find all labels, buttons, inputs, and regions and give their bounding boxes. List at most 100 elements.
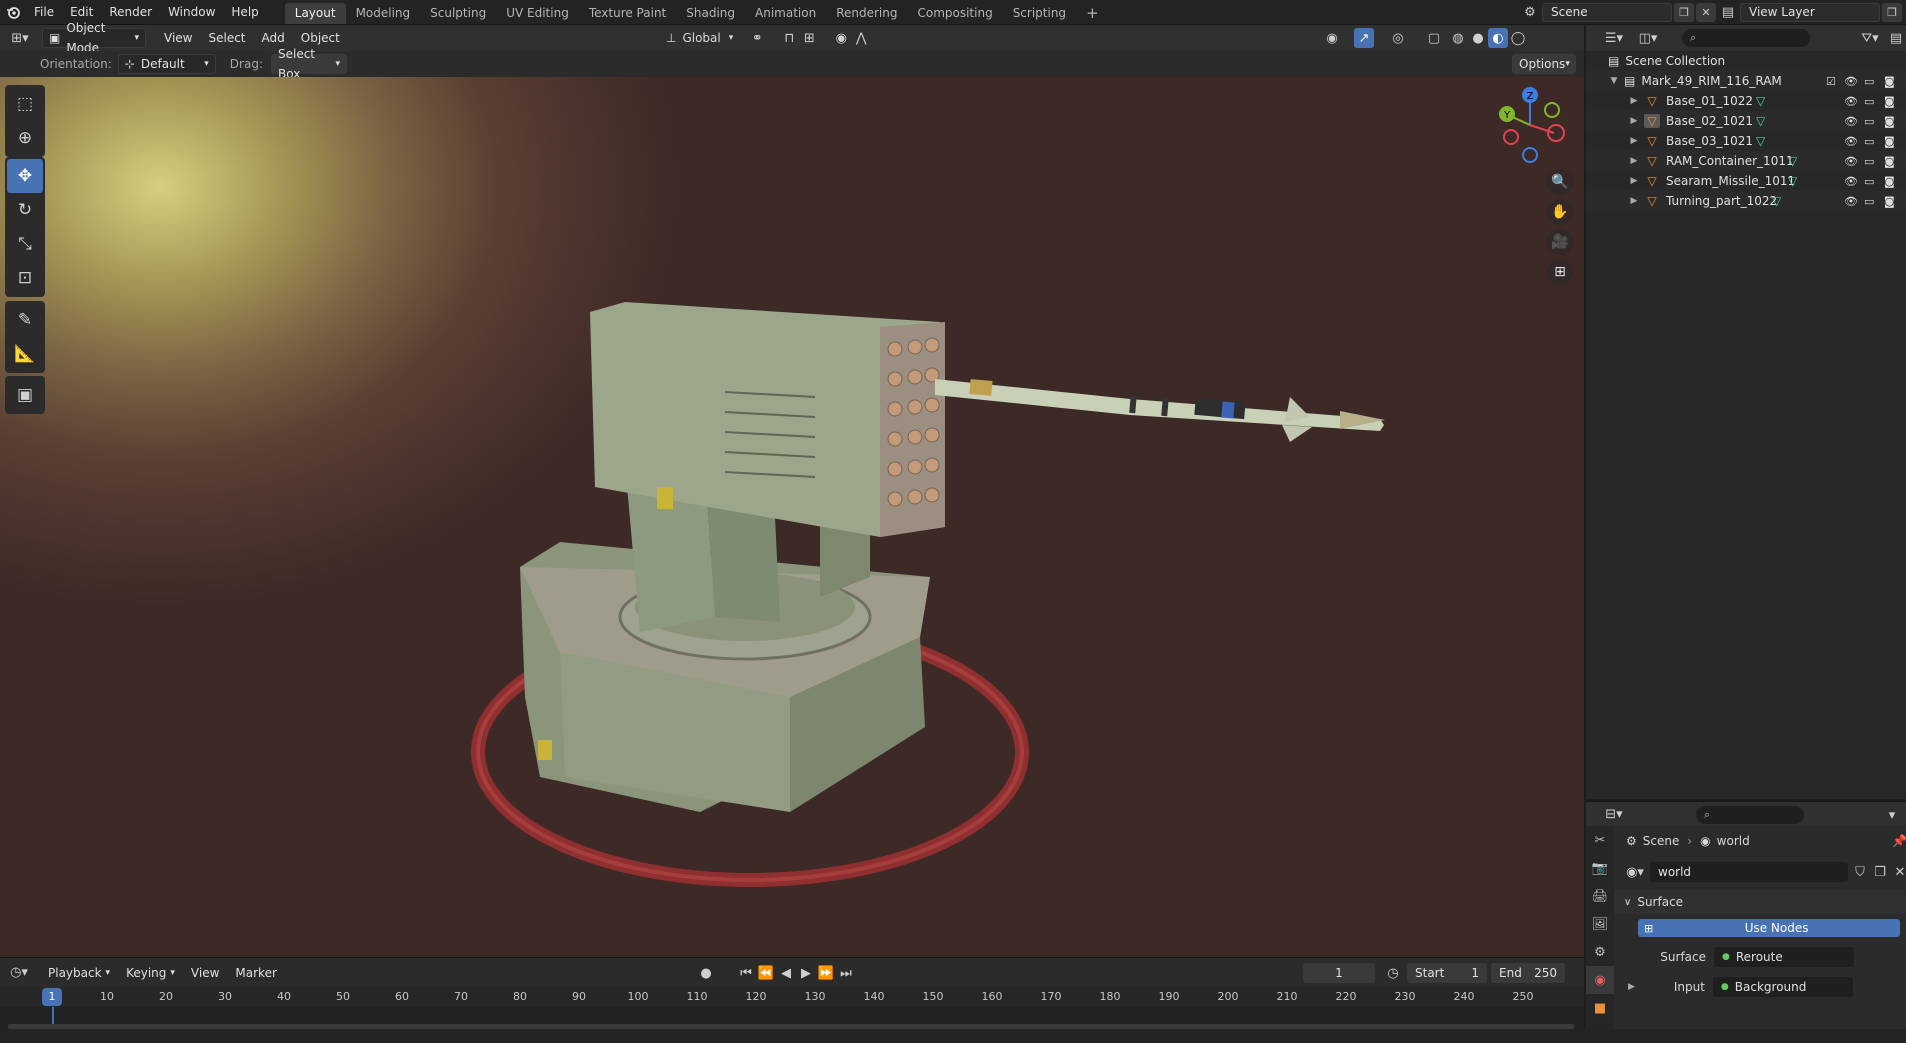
pivot-point-icon[interactable]: ⚭ (747, 28, 767, 48)
xray-icon[interactable]: ▢ (1424, 28, 1444, 48)
tab-uv-editing[interactable]: UV Editing (496, 3, 579, 24)
unlink-world-icon[interactable]: ✕ (1890, 862, 1906, 882)
playback-menu[interactable]: Playback ▾ (40, 960, 118, 986)
overlays-icon[interactable]: ◎ (1388, 28, 1408, 48)
outliner-object-row[interactable]: ▶ ▽ RAM_Container_1011 ▽ 👁 ▭ ◙ (1586, 151, 1906, 171)
keying-menu[interactable]: Keying ▾ (118, 960, 183, 986)
next-keyframe-icon[interactable]: ⏩ (816, 963, 836, 983)
solid-shading-icon[interactable]: ● (1468, 28, 1488, 48)
tool-tab-icon[interactable]: ✂ (1586, 826, 1614, 854)
tab-rendering[interactable]: Rendering (826, 3, 907, 24)
eye-icon[interactable]: 👁 (1844, 115, 1858, 128)
tab-texture-paint[interactable]: Texture Paint (579, 3, 676, 24)
viewport-toggle-icon[interactable]: ▭ (1864, 95, 1874, 108)
blender-logo-icon[interactable] (0, 0, 26, 25)
add-cube-icon[interactable]: ▣ (7, 378, 43, 412)
fake-user-shield-icon[interactable]: ⛉ (1850, 862, 1870, 882)
new-collection-icon[interactable]: ▤ (1886, 28, 1906, 48)
collapse-arrow-icon[interactable]: ▼ (1608, 76, 1620, 86)
viewport-toggle-icon[interactable]: ▭ (1864, 195, 1874, 208)
marker-menu[interactable]: Marker (227, 960, 284, 986)
add-workspace-button[interactable]: + (1076, 3, 1109, 24)
timeline-track[interactable] (0, 1007, 1584, 1029)
render-camera-icon[interactable]: ◙ (1884, 175, 1895, 188)
view-layer-tab-icon[interactable]: 🖼 (1586, 910, 1614, 938)
world-name-field[interactable]: world (1650, 862, 1848, 882)
play-icon[interactable]: ▶ (796, 963, 816, 983)
scene-tab-icon[interactable]: ⚙ (1586, 938, 1614, 966)
surface-panel-header[interactable]: ∨ Surface (1614, 890, 1906, 914)
mesh-data-icon[interactable]: ▽ (1788, 174, 1797, 188)
tab-modeling[interactable]: Modeling (346, 3, 421, 24)
mesh-data-icon[interactable]: ▽ (1772, 194, 1781, 208)
mesh-data-icon[interactable]: ▽ (1788, 154, 1797, 168)
outliner-object-row[interactable]: ▶ ▽ Turning_part_1022 ▽ 👁 ▭ ◙ (1586, 191, 1906, 211)
transform-orientation-dropdown[interactable]: ⊥ Global ▾ (666, 28, 733, 48)
expand-arrow-icon[interactable]: ▶ (1628, 116, 1640, 126)
remove-scene-icon[interactable]: ✕ (1696, 2, 1716, 22)
expand-arrow-icon[interactable]: ▶ (1628, 176, 1640, 186)
auto-keying-icon[interactable]: ● (696, 963, 716, 983)
cursor-icon[interactable]: ⊕ (7, 121, 43, 155)
snap-icon[interactable]: ⊓ (779, 28, 799, 48)
navigation-gizmo[interactable]: Z Y (1490, 85, 1570, 165)
collection-row[interactable]: ▼ ▤ Mark_49_RIM_116_RAM ☑ 👁 ▭ ◙ (1586, 71, 1906, 91)
tab-sculpting[interactable]: Sculpting (420, 3, 496, 24)
eye-icon[interactable]: 👁 (1844, 95, 1858, 108)
view-layer-field[interactable]: View Layer (1740, 2, 1880, 22)
display-mode-icon[interactable]: ◫▾ (1634, 28, 1662, 48)
viewport-toggle-icon[interactable]: ▭ (1864, 175, 1874, 188)
timeline-ruler[interactable]: 1 10 20 30 40 50 60 70 80 90 100 110 120… (0, 987, 1584, 1007)
expand-arrow-icon[interactable]: ▶ (1628, 196, 1640, 206)
mesh-data-icon[interactable]: ▽ (1756, 114, 1765, 128)
render-camera-icon[interactable]: ◙ (1884, 75, 1895, 88)
3d-viewport[interactable]: ⬚ ⊕ ✥ ↻ ⤡ ⊡ ✎ 📐 ▣ Z Y 🔍 ✋ 🎥 ⊞ (0, 77, 1584, 957)
outliner-object-row[interactable]: ▶ ▽ Base_02_1021 ▽ 👁 ▭ ◙ (1586, 111, 1906, 131)
filter-icon[interactable]: ⛛▾ (1856, 28, 1884, 48)
object-tab-icon[interactable]: ■ (1586, 994, 1614, 1022)
annotate-icon[interactable]: ✎ (7, 303, 43, 337)
tab-shading[interactable]: Shading (676, 3, 745, 24)
orientation-dropdown[interactable]: ⊹ Default ▾ (117, 54, 216, 74)
pin-icon[interactable]: 📌 (1892, 834, 1906, 848)
scene-collection-row[interactable]: ▤ Scene Collection (1586, 51, 1906, 71)
mesh-data-icon[interactable]: ▽ (1756, 94, 1765, 108)
prev-keyframe-icon[interactable]: ⏪ (756, 963, 776, 983)
outliner-search-input[interactable]: ⌕ (1682, 29, 1810, 47)
measure-icon[interactable]: 📐 (7, 337, 43, 371)
render-camera-icon[interactable]: ◙ (1884, 195, 1895, 208)
mesh-data-icon[interactable]: ▽ (1756, 134, 1765, 148)
expand-arrow-icon[interactable]: ▶ (1628, 136, 1640, 146)
eye-icon[interactable]: 👁 (1844, 175, 1858, 188)
gizmo-toggle-icon[interactable]: ↗ (1354, 28, 1374, 48)
drag-dropdown[interactable]: Select Box ▾ (270, 47, 347, 81)
outliner-object-row[interactable]: ▶ ▽ Base_03_1021 ▽ 👁 ▭ ◙ (1586, 131, 1906, 151)
pan-hand-icon[interactable]: ✋ (1547, 199, 1573, 225)
perspective-grid-icon[interactable]: ⊞ (1547, 259, 1573, 285)
zoom-icon[interactable]: 🔍 (1547, 169, 1573, 195)
eye-icon[interactable]: 👁 (1844, 195, 1858, 208)
input-socket-field[interactable]: ● Background (1712, 977, 1853, 997)
menu-window[interactable]: Window (160, 0, 223, 25)
select-box-icon[interactable]: ⬚ (7, 87, 43, 121)
properties-search-input[interactable]: ⌕ (1696, 806, 1804, 824)
viewport-toggle-icon[interactable]: ▭ (1864, 75, 1874, 88)
editor-type-icon[interactable]: ⊞▾ (6, 28, 34, 48)
world-tab-icon[interactable]: ◉ (1586, 966, 1614, 994)
visibility-icon[interactable]: ◉ (1322, 28, 1342, 48)
render-camera-icon[interactable]: ◙ (1884, 155, 1895, 168)
proportional-editing-icon[interactable]: ◉ (831, 28, 851, 48)
camera-view-icon[interactable]: 🎥 (1547, 229, 1573, 255)
eye-icon[interactable]: 👁 (1844, 155, 1858, 168)
tab-compositing[interactable]: Compositing (907, 3, 1002, 24)
menu-view[interactable]: View (156, 25, 200, 51)
use-nodes-button[interactable]: ⊞ Use Nodes (1638, 919, 1900, 937)
rotate-icon[interactable]: ↻ (7, 193, 43, 227)
properties-options-chevron-icon[interactable]: ▾ (1882, 805, 1902, 825)
tab-animation[interactable]: Animation (745, 3, 826, 24)
eye-icon[interactable]: 👁 (1844, 135, 1858, 148)
play-reverse-icon[interactable]: ◀ (776, 963, 796, 983)
eye-icon[interactable]: 👁 (1844, 75, 1858, 88)
options-dropdown[interactable]: Options ▾ (1512, 54, 1576, 74)
duplicate-scene-icon[interactable]: ❐ (1674, 2, 1694, 22)
